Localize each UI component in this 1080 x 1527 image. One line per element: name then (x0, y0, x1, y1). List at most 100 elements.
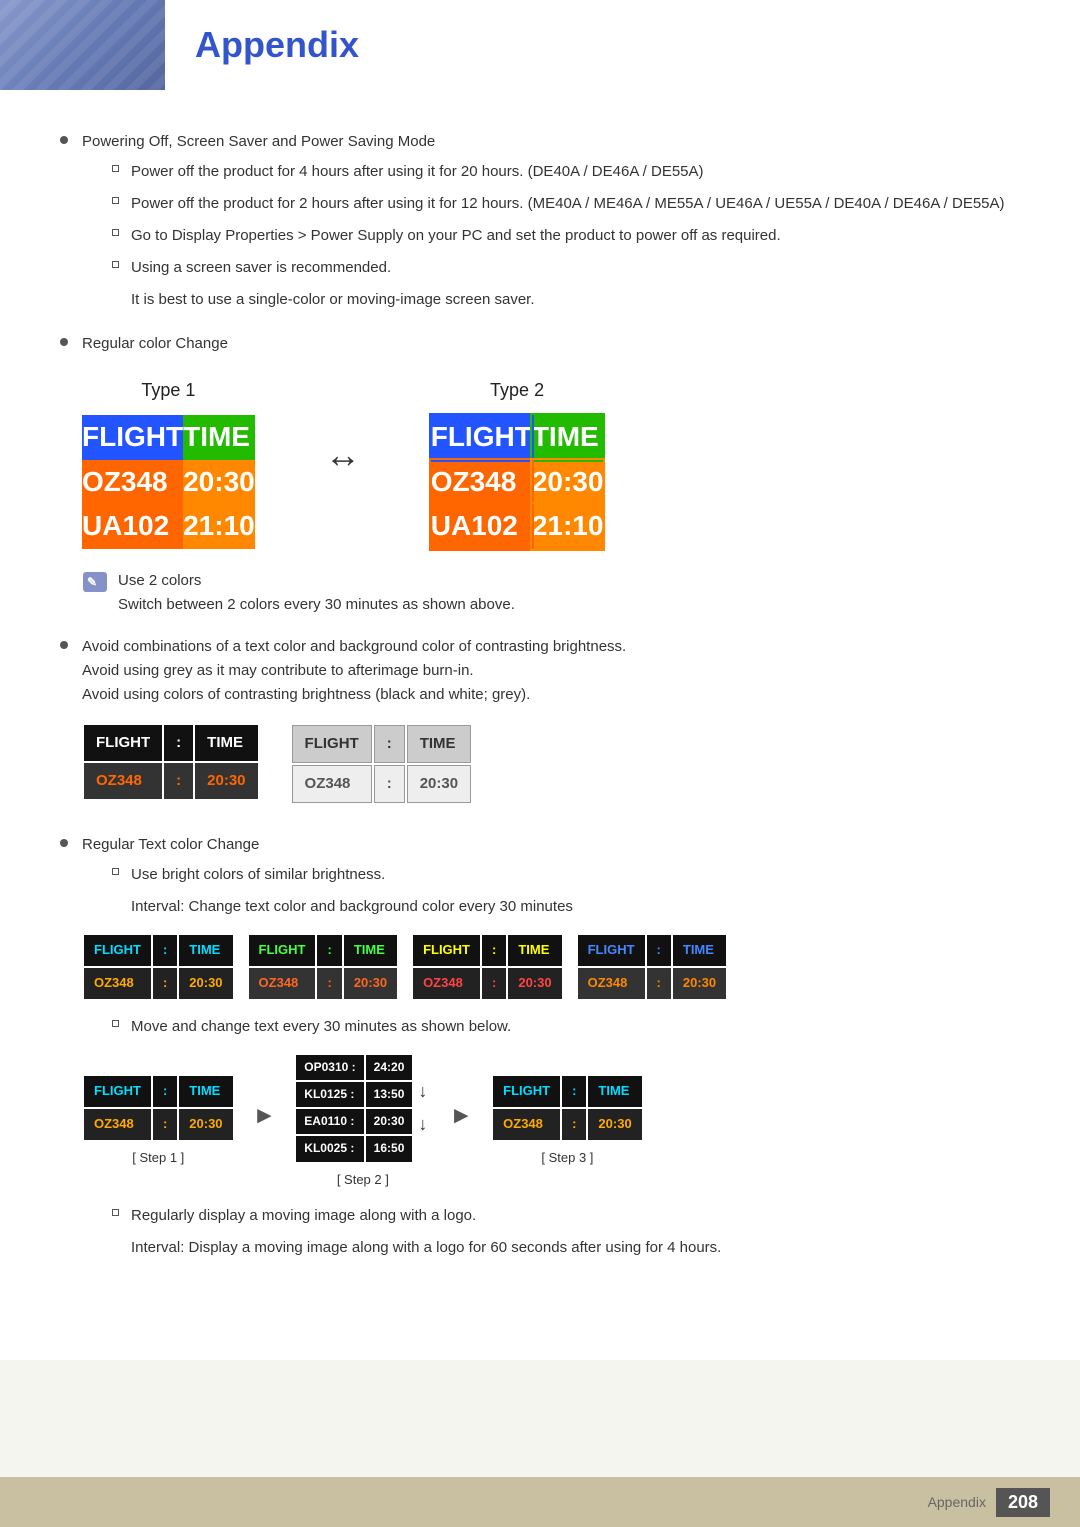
type2-table: FLIGHT TIME OZ348 20:30 UA102 21:10 (431, 415, 604, 549)
sub-square (112, 197, 119, 204)
sub-item-1-1: Power off the product for 4 hours after … (112, 160, 1020, 184)
footer-label: Appendix (928, 1494, 986, 1510)
note-use-colors: Use 2 colors Switch between 2 colors eve… (118, 569, 515, 617)
sub-square (112, 1020, 119, 1027)
cv3-h1: FLIGHT (413, 935, 480, 966)
s2-r2c2: 13:50 (366, 1082, 413, 1107)
sub-item-1-2: Power off the product for 2 hours after … (112, 192, 1020, 216)
avoid-line1: Avoid combinations of a text color and b… (82, 635, 1020, 659)
s1-h1: FLIGHT (84, 1076, 151, 1107)
t1-oz-cell: OZ348 (82, 460, 183, 505)
t2-flight-cell: FLIGHT (431, 415, 532, 460)
s2-r4c1: KL0025 : (296, 1136, 363, 1161)
sub-item-move: Move and change text every 30 minutes as… (112, 1015, 1020, 1039)
s2-r3c2: 20:30 (366, 1109, 413, 1134)
s2-r3c1: EA0110 : (296, 1109, 363, 1134)
dark-r1: OZ348 (84, 763, 162, 799)
sub-item-4-1: Use bright colors of similar brightness. (112, 863, 1020, 887)
cv1-r2: 20:30 (179, 968, 232, 999)
step1-label: [ Step 1 ] (132, 1148, 184, 1169)
grey-r2: 20:30 (407, 765, 471, 803)
t1-flight-cell: FLIGHT (82, 415, 183, 460)
sub-list-move: Move and change text every 30 minutes as… (112, 1015, 1020, 1039)
bullet-dot-2 (60, 338, 68, 346)
bullet-text-2: Regular color Change Type 1 FLIGHT TIME … (82, 332, 1020, 623)
down-arrow-2: ↓ (418, 1110, 427, 1139)
sub-list-1: Power off the product for 4 hours after … (112, 160, 1020, 312)
sub-square (112, 868, 119, 875)
cv1-r1: OZ348 (84, 968, 151, 999)
table-row: OZ348 20:30 (82, 460, 255, 505)
s3-h1: FLIGHT (493, 1076, 560, 1107)
dark-sep1: : (164, 725, 193, 761)
step2-content: OP0310 : 24:20 KL0125 : 13:50 EA0110 : 2… (294, 1053, 431, 1164)
step1-box: FLIGHT : TIME OZ348 : 20:30 [ Step 1 ] (82, 1074, 235, 1168)
table-row: OZ348 : 20:30 (292, 765, 472, 803)
t1-ua-time-cell: 21:10 (183, 504, 255, 549)
cv3-r2: 20:30 (508, 968, 561, 999)
s1-r1: OZ348 (84, 1109, 151, 1140)
bullet-item-3: Avoid combinations of a text color and b… (60, 635, 1020, 821)
sub-text-logo: Regularly display a moving image along w… (131, 1204, 1020, 1228)
sub-list-4: Use bright colors of similar brightness.… (112, 863, 1020, 919)
step2-table: OP0310 : 24:20 KL0125 : 13:50 EA0110 : 2… (294, 1053, 414, 1164)
cv4-h1: FLIGHT (578, 935, 645, 966)
color-variants: FLIGHT : TIME OZ348 : 20:30 FLIGHT : (82, 933, 1020, 1001)
table-row: FLIGHT : TIME (292, 725, 472, 763)
dark-table: FLIGHT : TIME OZ348 : 20:30 (82, 723, 260, 801)
down-arrow-1: ↓ (418, 1077, 427, 1106)
table-row: FLIGHT : TIME (84, 1076, 233, 1107)
type-arrow: ↔ (315, 426, 371, 484)
dark-sep2: : (164, 763, 193, 799)
cv2-h2: TIME (344, 935, 397, 966)
grey-example: FLIGHT : TIME OZ348 : 20:30 (290, 723, 474, 805)
type1-label: Type 1 (141, 376, 195, 405)
cv2-table: FLIGHT : TIME OZ348 : 20:30 (247, 933, 400, 1001)
step2-arrow: ► (449, 1097, 473, 1135)
sub-text-1-2: Power off the product for 2 hours after … (131, 192, 1020, 216)
sub-square (112, 1209, 119, 1216)
dark-example: FLIGHT : TIME OZ348 : 20:30 (82, 723, 260, 801)
table-row: EA0110 : 20:30 (296, 1109, 412, 1134)
table-row: OZ348 : 20:30 (578, 968, 727, 999)
bullet-text-4: Regular Text color Change Use bright col… (82, 833, 1020, 1268)
sub-square (112, 261, 119, 268)
bullet-1-label: Powering Off, Screen Saver and Power Sav… (82, 133, 435, 150)
cv1-sep2: : (153, 968, 177, 999)
main-content: Powering Off, Screen Saver and Power Sav… (0, 90, 1080, 1360)
avoid-line2: Avoid using grey as it may contribute to… (82, 659, 1020, 683)
contrast-section: FLIGHT : TIME OZ348 : 20:30 (82, 723, 1020, 805)
sub-square (112, 229, 119, 236)
table-row: OZ348 : 20:30 (249, 968, 398, 999)
table-row: OZ348 20:30 (431, 460, 604, 505)
bullet-4-label: Regular Text color Change (82, 836, 259, 853)
type2-label: Type 2 (490, 376, 544, 405)
table-row: FLIGHT : TIME (84, 725, 258, 761)
table-row: FLIGHT TIME (82, 415, 255, 460)
sub-text-move: Move and change text every 30 minutes as… (131, 1015, 1020, 1039)
cv4-r2: 20:30 (673, 968, 726, 999)
sub-text-1-3: Go to Display Properties > Power Supply … (131, 224, 1020, 248)
note-icon: ✎ (82, 571, 108, 593)
t2-ua-time-cell: 21:10 (532, 504, 604, 549)
dark-r2: 20:30 (195, 763, 257, 799)
s2-r1c1: OP0310 : (296, 1055, 363, 1080)
sub-item-1-3: Go to Display Properties > Power Supply … (112, 224, 1020, 248)
type1-block: Type 1 FLIGHT TIME OZ348 20:30 UA102 21: (82, 376, 255, 549)
t1-time-cell: TIME (183, 415, 255, 460)
table-row: FLIGHT : TIME (249, 935, 398, 966)
cv2-sep2: : (317, 968, 341, 999)
sub-square (112, 165, 119, 172)
note-row: ✎ Use 2 colors Switch between 2 colors e… (82, 569, 1020, 617)
grey-sep2: : (374, 765, 405, 803)
s3-r1: OZ348 (493, 1109, 560, 1140)
bullet-text-1: Powering Off, Screen Saver and Power Sav… (82, 130, 1020, 320)
table-row: FLIGHT TIME (431, 415, 604, 460)
s3-sep2: : (562, 1109, 586, 1140)
cv2-sep1: : (317, 935, 341, 966)
interval-text: Interval: Change text color and backgrou… (131, 895, 1020, 919)
table-row: UA102 21:10 (82, 504, 255, 549)
table-row: OZ348 : 20:30 (84, 968, 233, 999)
cv1-h1: FLIGHT (84, 935, 151, 966)
bullet-text-3: Avoid combinations of a text color and b… (82, 635, 1020, 821)
